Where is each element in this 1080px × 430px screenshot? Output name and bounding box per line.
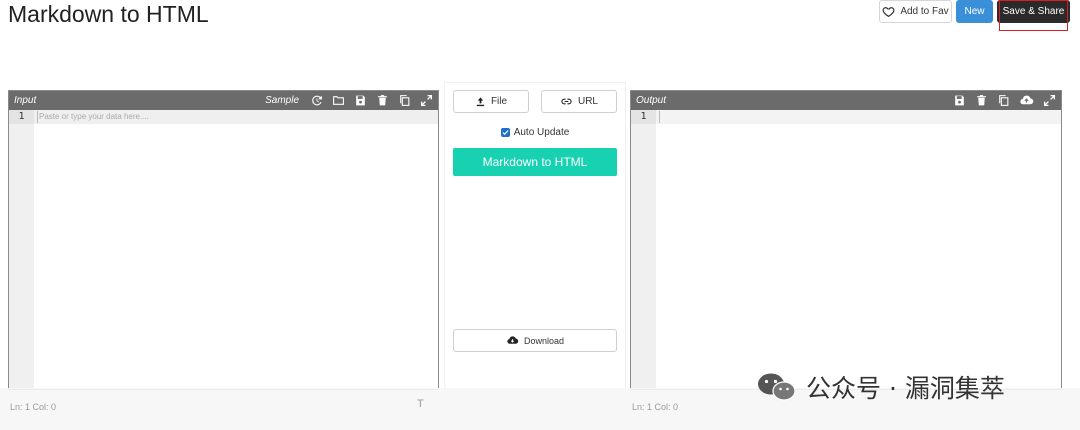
auto-update-toggle[interactable]: Auto Update	[445, 127, 625, 138]
cloud-download-icon	[507, 336, 519, 344]
output-status: Ln: 1 Col: 0	[632, 402, 679, 412]
save-share-wrapper: Save & Share	[997, 0, 1070, 31]
file-button-label: File	[490, 96, 508, 107]
url-button[interactable]: URL	[541, 90, 617, 113]
input-status: Ln: 1 Col: 0	[10, 402, 57, 412]
copy-icon[interactable]	[997, 94, 1010, 107]
input-gutter: 1	[9, 110, 34, 389]
add-to-fav-label: Add to Fav	[900, 6, 949, 17]
output-panel: Output 1	[630, 90, 1062, 390]
page-title: Markdown to HTML	[8, 1, 209, 27]
input-panel-header: Input Sample	[9, 91, 438, 110]
save-share-button[interactable]: Save & Share	[997, 0, 1070, 23]
history-icon[interactable]	[310, 94, 323, 107]
expand-icon[interactable]	[420, 94, 433, 107]
sample-link[interactable]: Sample	[265, 95, 299, 106]
link-icon	[561, 98, 572, 105]
expand-icon[interactable]	[1043, 94, 1056, 107]
output-line-number: 1	[631, 110, 656, 124]
add-to-fav-button[interactable]: Add to Fav	[879, 0, 952, 23]
output-gutter: 1	[631, 110, 656, 389]
input-cursor	[37, 111, 38, 123]
input-toolbar: Sample	[265, 94, 433, 107]
new-button[interactable]: New	[956, 0, 993, 23]
output-cursor	[659, 111, 660, 123]
upload-icon	[476, 97, 485, 107]
input-editor[interactable]: Paste or type your data here....	[39, 111, 149, 123]
auto-update-label: Auto Update	[513, 127, 570, 138]
cloud-upload-icon[interactable]	[1019, 94, 1034, 107]
top-actions: Add to Fav New Save & Share	[879, 0, 1070, 31]
url-button-label: URL	[577, 96, 598, 107]
watermark-text: 公众号 · 漏洞集萃	[806, 374, 1005, 403]
output-panel-header: Output	[631, 91, 1061, 110]
output-label: Output	[636, 95, 667, 106]
text-icon: T	[417, 398, 424, 410]
input-panel: Input Sample 1 Paste or type your data h…	[8, 90, 439, 390]
wechat-icon	[758, 373, 796, 401]
output-toolbar	[953, 94, 1056, 107]
auto-update-checkbox[interactable]	[500, 128, 510, 137]
trash-icon[interactable]	[975, 94, 988, 107]
download-button-label: Download	[523, 335, 565, 346]
check-icon	[502, 130, 509, 136]
input-line-number: 1	[9, 110, 34, 124]
save-icon[interactable]	[953, 94, 966, 107]
trash-icon[interactable]	[376, 94, 389, 107]
center-controls: File URL Auto Update Markdown to HTML Do…	[444, 82, 626, 402]
save-icon[interactable]	[354, 94, 367, 107]
folder-open-icon[interactable]	[332, 94, 345, 107]
heart-icon	[882, 7, 895, 18]
copy-icon[interactable]	[398, 94, 411, 107]
watermark: 公众号 · 漏洞集萃	[756, 369, 1005, 405]
input-label: Input	[14, 95, 37, 106]
output-active-line	[656, 110, 1061, 124]
download-button[interactable]: Download	[453, 329, 617, 352]
file-button[interactable]: File	[453, 90, 529, 113]
convert-button[interactable]: Markdown to HTML	[453, 148, 617, 176]
